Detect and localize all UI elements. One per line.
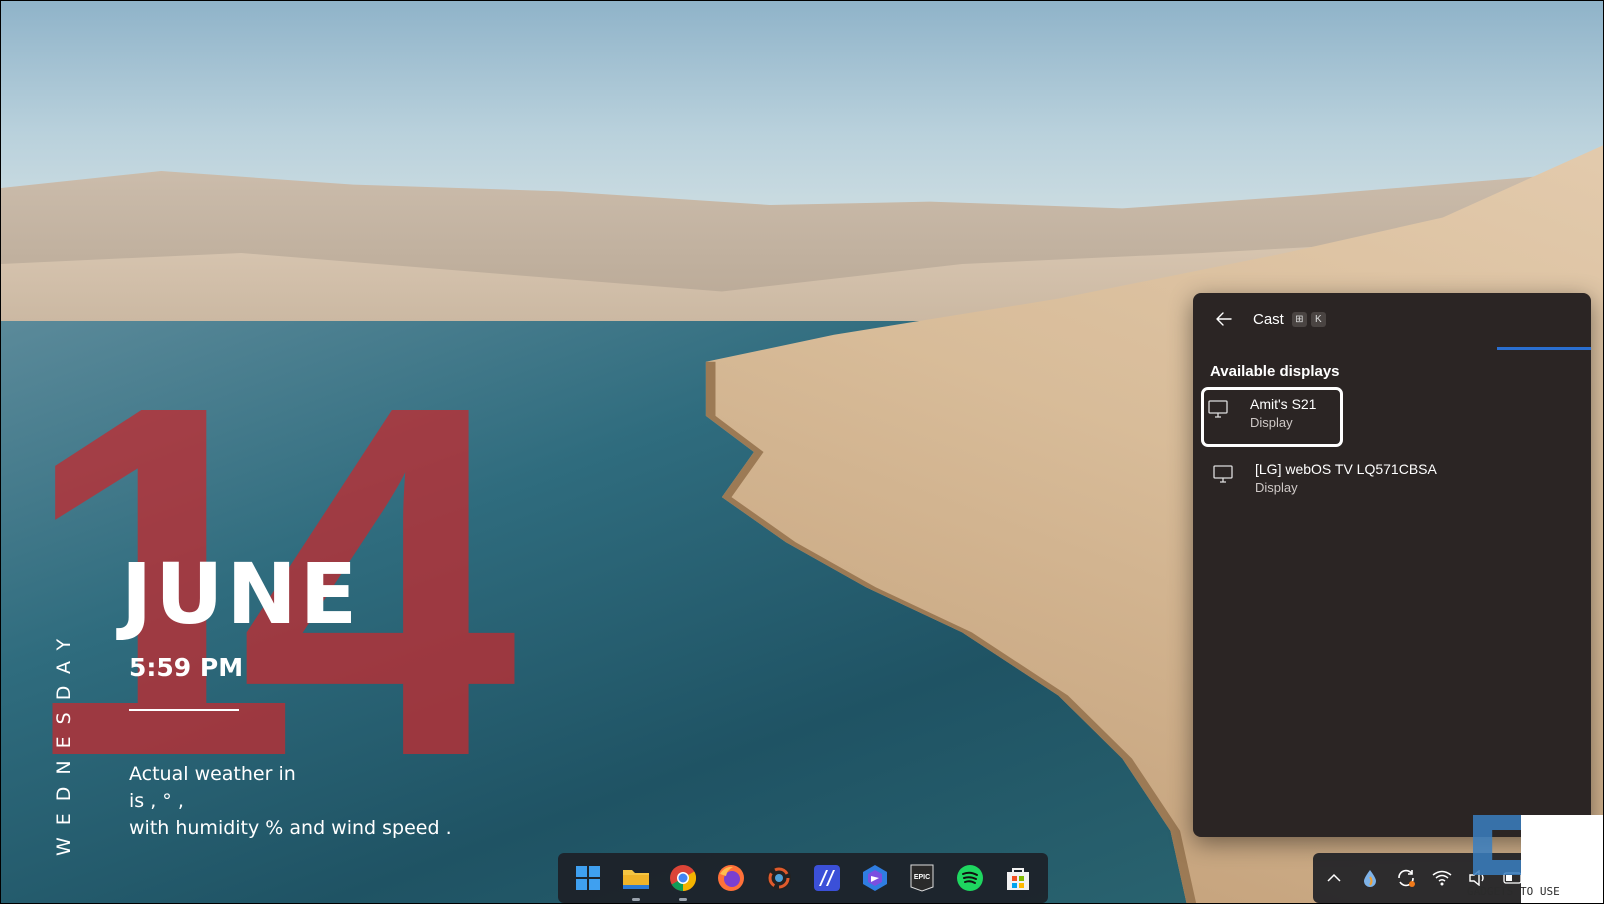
weather-line: Actual weather in xyxy=(129,763,296,785)
wifi-icon xyxy=(1432,870,1452,886)
sync-icon xyxy=(1398,869,1415,887)
weather-line: with humidity % and wind speed . xyxy=(129,817,452,839)
microsoft-store-icon xyxy=(1007,868,1030,890)
chevron-up-icon xyxy=(1327,873,1341,882)
firefox-button[interactable] xyxy=(716,863,746,893)
monitor-icon xyxy=(1208,400,1228,418)
app-icon xyxy=(813,865,840,891)
monitor-icon xyxy=(1213,465,1233,483)
windows-start-icon xyxy=(575,866,600,890)
watermark-text: GADGETS TO USE xyxy=(1467,885,1560,898)
weather-line: is , ° , xyxy=(129,790,184,812)
running-indicator xyxy=(631,898,640,901)
bing-button[interactable] xyxy=(860,863,890,893)
cast-panel: Cast ⊞ K Available displays Amit's S21 D… xyxy=(1193,293,1591,837)
device-type: Display xyxy=(1255,480,1298,495)
divider xyxy=(129,709,239,711)
bing-icon xyxy=(862,865,887,891)
scanning-progress xyxy=(1497,347,1591,350)
device-item[interactable]: Amit's S21 Display xyxy=(1201,387,1343,447)
file-explorer-icon xyxy=(622,870,649,889)
month-label: JUNE xyxy=(121,545,361,643)
start-button[interactable] xyxy=(573,863,603,893)
cast-title: Cast xyxy=(1253,310,1284,328)
chrome-button[interactable] xyxy=(668,863,698,901)
time-label: 5:59 PM xyxy=(129,653,244,682)
file-explorer-button[interactable] xyxy=(621,863,651,901)
firefox-icon xyxy=(718,865,745,891)
back-arrow-icon xyxy=(1216,312,1232,326)
spotify-icon xyxy=(957,865,984,891)
cast-header: Cast ⊞ K xyxy=(1209,307,1326,331)
device-item[interactable]: [LG] webOS TV LQ571CBSA Display xyxy=(1209,455,1581,509)
device-name: [LG] webOS TV LQ571CBSA xyxy=(1255,461,1437,477)
taskbar: EPIC xyxy=(558,853,1048,903)
running-indicator xyxy=(679,898,688,901)
drop-icon xyxy=(1364,870,1376,887)
windows-key-icon: ⊞ xyxy=(1291,311,1307,327)
section-title: Available displays xyxy=(1210,363,1340,380)
spotify-button[interactable] xyxy=(955,863,985,893)
device-type: Display xyxy=(1250,415,1293,430)
davinci-button[interactable] xyxy=(764,863,794,893)
weekday-label: WEDNESDAY xyxy=(53,626,75,856)
davinci-resolve-icon xyxy=(767,866,792,890)
show-hidden-icons-button[interactable] xyxy=(1323,867,1345,889)
desktop: 14 WEDNESDAY JUNE 5:59 PM Actual weather… xyxy=(0,0,1604,904)
device-name: Amit's S21 xyxy=(1250,396,1317,412)
app-button[interactable] xyxy=(812,863,842,893)
chrome-icon xyxy=(670,865,697,892)
sync-button[interactable] xyxy=(1395,867,1417,889)
epic-games-button[interactable]: EPIC xyxy=(907,863,937,893)
network-button[interactable] xyxy=(1431,867,1453,889)
epic-games-icon: EPIC xyxy=(910,864,934,892)
back-button[interactable] xyxy=(1209,307,1239,331)
k-key-badge: K xyxy=(1310,311,1326,327)
tray-app-button[interactable] xyxy=(1359,867,1381,889)
store-button[interactable] xyxy=(1003,863,1033,893)
weather-text: Actual weather in is , ° , with humidity… xyxy=(129,761,452,842)
svg-text:EPIC: EPIC xyxy=(914,874,930,881)
